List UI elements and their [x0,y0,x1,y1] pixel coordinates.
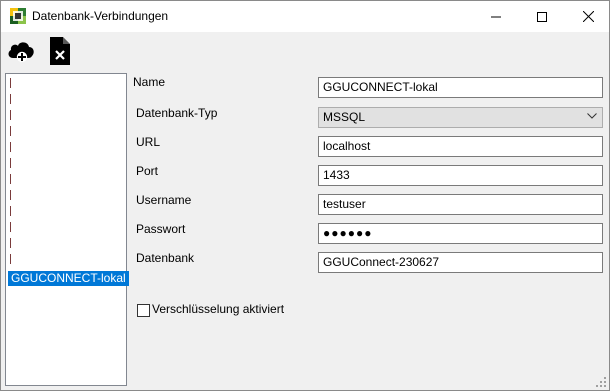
list-item[interactable] [10,174,11,184]
title-bar[interactable]: Datenbank-Verbindungen [1,1,609,32]
list-item[interactable] [10,254,11,264]
database-field[interactable]: GGUConnect-230627 [318,252,603,273]
list-item[interactable] [10,110,11,120]
password-field[interactable]: ●●●●●● [318,223,603,244]
username-field[interactable]: testuser [318,194,603,215]
url-field[interactable]: localhost [318,136,603,157]
delete-connection-button[interactable] [43,34,77,68]
close-icon [582,11,594,22]
encryption-label[interactable]: Verschlüsselung aktiviert [152,302,284,316]
app-icon [10,8,26,24]
resize-grip-icon[interactable] [595,376,607,388]
window-title: Datenbank-Verbindungen [32,9,169,23]
toolbar [1,32,609,70]
list-item[interactable] [10,78,11,88]
add-connection-button[interactable] [4,34,38,68]
chevron-down-icon [587,113,597,119]
connection-form: Name GGUCONNECT-lokal Datenbank-Typ MSSQ… [129,73,607,385]
list-item[interactable] [10,94,11,104]
name-field[interactable]: GGUCONNECT-lokal [318,77,603,98]
minimize-icon [491,16,501,17]
type-label: Datenbank-Typ [136,106,218,120]
list-item[interactable] [10,222,11,232]
connections-window: Datenbank-Verbindungen GGUCONNECT-lokal … [0,0,610,391]
cloud-add-icon [8,42,34,63]
type-select-value: MSSQL [323,110,366,124]
username-label: Username [136,193,192,207]
database-label: Datenbank [136,251,195,265]
list-item[interactable] [10,142,11,152]
encryption-checkbox[interactable] [137,304,150,317]
minimize-button[interactable] [473,1,519,32]
list-item[interactable] [10,238,11,248]
list-item[interactable] [10,206,11,216]
list-item[interactable] [10,158,11,168]
close-button[interactable] [565,1,609,32]
type-select[interactable]: MSSQL [318,107,603,128]
list-item[interactable] [10,126,11,136]
maximize-button[interactable] [519,1,565,32]
name-label: Name [133,75,166,89]
maximize-icon [537,11,547,22]
list-item[interactable] [10,190,11,200]
file-delete-icon [50,37,70,65]
list-item-selected[interactable]: GGUCONNECT-lokal [8,271,129,286]
port-field[interactable]: 1433 [318,165,603,186]
url-label: URL [136,135,161,149]
password-label: Passwort [136,222,186,236]
connection-list[interactable]: GGUCONNECT-lokal [5,73,129,386]
port-label: Port [136,164,159,178]
